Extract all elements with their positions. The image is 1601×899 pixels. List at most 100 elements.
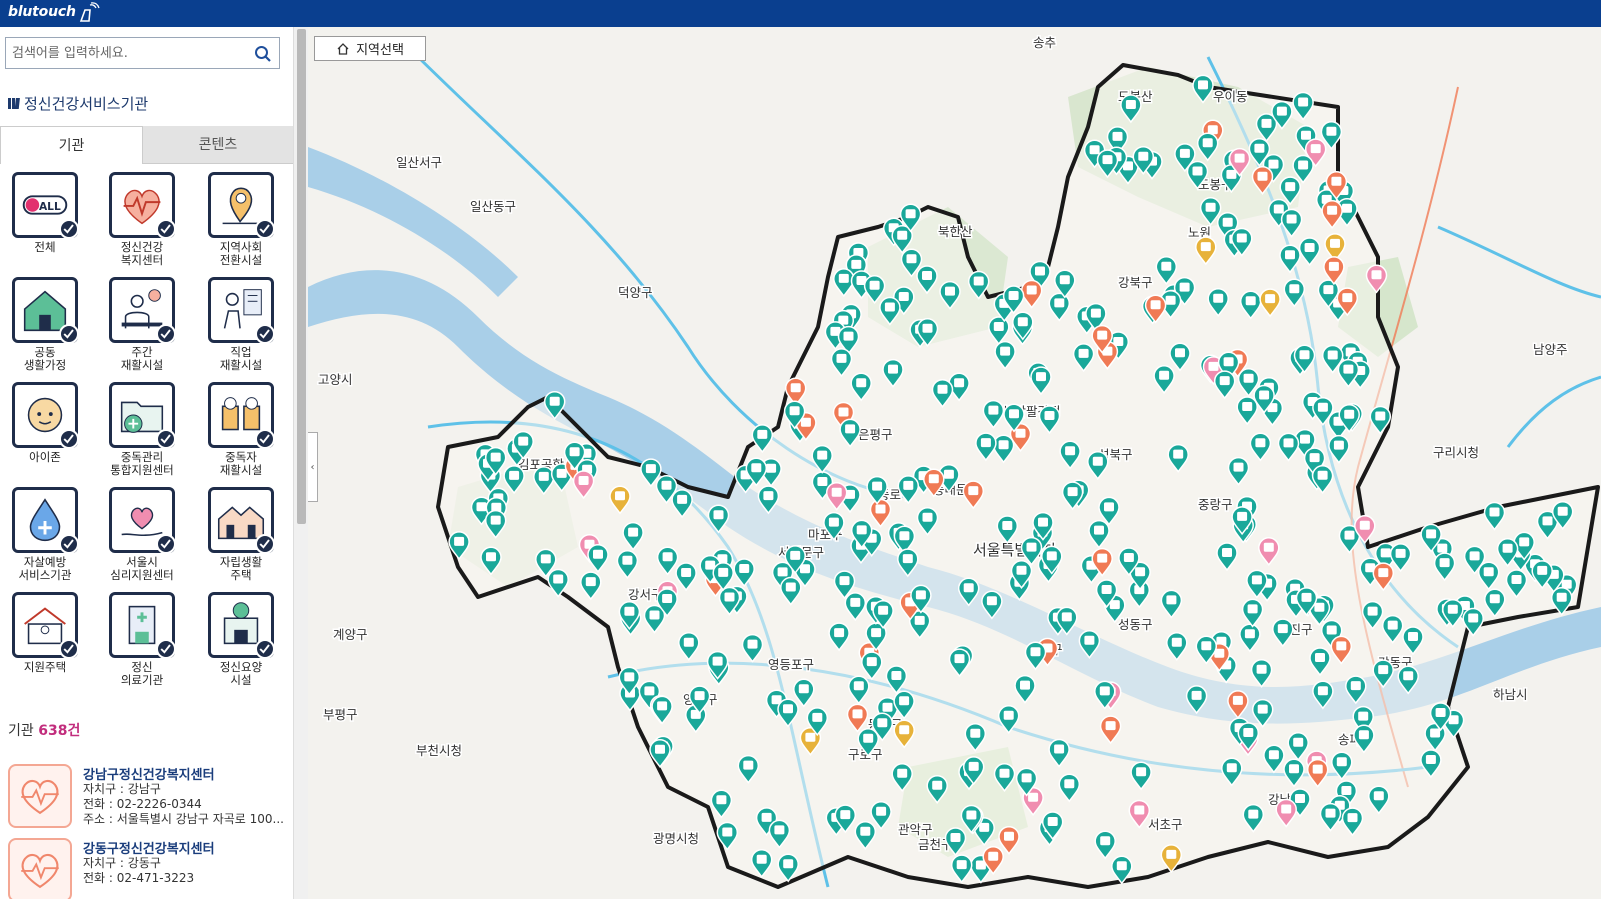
result-address: 주소 : 서울특별시 강남구 자곡로 100... <box>83 812 284 826</box>
map-view[interactable]: 일산서구일산동구덕양구고양시송추우이동도봉산노원도봉구강북구북한산은평구종로구성… <box>308 27 1601 899</box>
desk-person-icon[interactable] <box>109 277 176 344</box>
category-label: 전체 <box>34 240 56 254</box>
tab-institutions[interactable]: 기관 <box>0 126 143 164</box>
category-label: 정신건강 복지센터 <box>120 240 164 267</box>
result-phone: 전화 : 02-471-3223 <box>83 871 195 885</box>
sidebar: 정신건강서비스기관 기관 콘텐츠 ALL 전체 정신건강 복지센터 지역사회 전환시설… <box>0 27 293 899</box>
category-label: 지원주택 <box>23 660 67 674</box>
category-label: 정신요양 시설 <box>219 660 263 687</box>
checked-icon <box>59 324 79 344</box>
child-icon[interactable] <box>12 382 79 449</box>
care-facility-icon[interactable] <box>208 592 275 659</box>
checked-icon <box>156 219 176 239</box>
category-item[interactable]: 아이존 <box>0 382 90 464</box>
map-place-label: 계양구 <box>333 627 368 642</box>
category-label: 공동 생활가정 <box>23 345 67 372</box>
category-item[interactable]: 지역사회 전환시설 <box>196 172 286 267</box>
map-place-label: 하남시 <box>1493 687 1528 702</box>
category-item[interactable]: 정신요양 시설 <box>196 592 286 687</box>
category-label: 주간 재활시설 <box>120 345 164 372</box>
checked-icon <box>59 429 79 449</box>
map-canvas[interactable]: 일산서구일산동구덕양구고양시송추우이동도봉산노원도봉구강북구북한산은평구종로구성… <box>308 27 1601 899</box>
map-place-label: 남양주 <box>1533 342 1568 357</box>
townhouse-icon[interactable] <box>208 487 275 554</box>
result-count-label: 기관 <box>8 723 34 739</box>
drop-cross-icon[interactable] <box>12 487 79 554</box>
collapse-arrow: ‹ <box>310 461 315 473</box>
map-place-label: 고양시 <box>318 372 353 387</box>
all-icon[interactable]: ALL <box>12 172 79 239</box>
search-icon[interactable] <box>253 44 273 64</box>
category-label: 중독자 재활시설 <box>219 450 263 477</box>
map-place-label: 송추 <box>1033 35 1056 50</box>
search-input[interactable] <box>12 43 247 63</box>
category-item[interactable]: 중독관리 통합지원센터 <box>97 382 187 477</box>
section-title-text: 정신건강서비스기관 <box>24 95 149 113</box>
result-count: 기관 638건 <box>8 720 80 740</box>
map-place-label: 영등포구 <box>768 657 814 672</box>
checked-icon <box>255 639 275 659</box>
house-icon[interactable] <box>12 277 79 344</box>
top-bar: blutouch <box>0 0 1601 27</box>
folder-plus-icon[interactable] <box>109 382 176 449</box>
map-place-label: 일산서구 <box>396 155 442 170</box>
checked-icon <box>156 639 176 659</box>
checked-icon <box>255 429 275 449</box>
category-item[interactable]: 자립생활 주택 <box>196 487 286 582</box>
svg-text:ALL: ALL <box>39 200 61 213</box>
tab-bar: 기관 콘텐츠 <box>0 126 293 164</box>
beer-icon[interactable] <box>208 382 275 449</box>
category-item[interactable]: 서울시 심리지원센터 <box>97 487 187 582</box>
category-item[interactable]: 자살예방 서비스기관 <box>0 487 90 582</box>
map-place-label: 구리시청 <box>1433 445 1479 460</box>
category-label: 지역사회 전환시설 <box>219 240 263 267</box>
category-item[interactable]: 지원주택 <box>0 592 90 674</box>
map-place-label: 관악구 <box>898 822 933 837</box>
category-label: 자살예방 서비스기관 <box>18 555 72 582</box>
map-place-label: 부평구 <box>323 707 358 722</box>
region-select-button[interactable]: 지역선택 <box>314 36 426 61</box>
result-item[interactable]: 강동구정신건강복지센터 자치구 : 강동구 전화 : 02-471-3223 <box>8 838 290 899</box>
map-place-label: 중랑구 <box>1198 497 1233 512</box>
category-label: 아이존 <box>29 450 61 464</box>
map-place-label: 은평구 <box>858 427 893 442</box>
map-place-label: 북한산 <box>938 224 973 239</box>
result-item[interactable]: 강남구정신건강복지센터 자치구 : 강남구 전화 : 02-2226-0344 … <box>8 764 290 836</box>
category-item[interactable]: 직업 재활시설 <box>196 277 286 372</box>
category-label: 직업 재활시설 <box>219 345 263 372</box>
scrollbar-thumb[interactable] <box>297 29 306 524</box>
checked-icon <box>255 219 275 239</box>
map-place-label: 서초구 <box>1148 817 1183 832</box>
sidebar-collapse-toggle[interactable]: ‹ <box>308 432 318 502</box>
map-place-label: 광명시청 <box>653 831 699 846</box>
road <box>1506 375 1601 448</box>
category-item[interactable]: 정신 의료기관 <box>97 592 187 687</box>
hand-heart-icon[interactable] <box>109 487 176 554</box>
support-house-icon[interactable] <box>12 592 79 659</box>
category-item[interactable]: 공동 생활가정 <box>0 277 90 372</box>
map-place-label: 부천시청 <box>416 743 462 758</box>
tab-contents[interactable]: 콘텐츠 <box>143 126 293 164</box>
search-box <box>5 37 280 69</box>
checked-icon <box>156 534 176 554</box>
category-item[interactable]: 주간 재활시설 <box>97 277 187 372</box>
road <box>1437 225 1601 299</box>
heart-pulse-icon <box>8 838 72 899</box>
checked-icon <box>255 534 275 554</box>
map-place-label: 일산동구 <box>470 199 516 214</box>
brand-logo[interactable]: blutouch <box>8 4 76 20</box>
category-label: 서울시 심리지원센터 <box>110 555 174 582</box>
category-label: 자립생활 주택 <box>219 555 263 582</box>
map-place-label: 강북구 <box>1118 275 1153 290</box>
category-item[interactable]: ALL 전체 <box>0 172 90 254</box>
worker-icon[interactable] <box>208 277 275 344</box>
book-icon <box>8 98 20 109</box>
checked-icon <box>156 429 176 449</box>
hospital-icon[interactable] <box>109 592 176 659</box>
sidebar-scrollbar[interactable] <box>293 27 308 899</box>
map-place-label: 덕양구 <box>618 285 653 300</box>
map-pin-icon[interactable] <box>208 172 275 239</box>
heart-pulse-icon[interactable] <box>109 172 176 239</box>
category-item[interactable]: 정신건강 복지센터 <box>97 172 187 267</box>
category-item[interactable]: 중독자 재활시설 <box>196 382 286 477</box>
